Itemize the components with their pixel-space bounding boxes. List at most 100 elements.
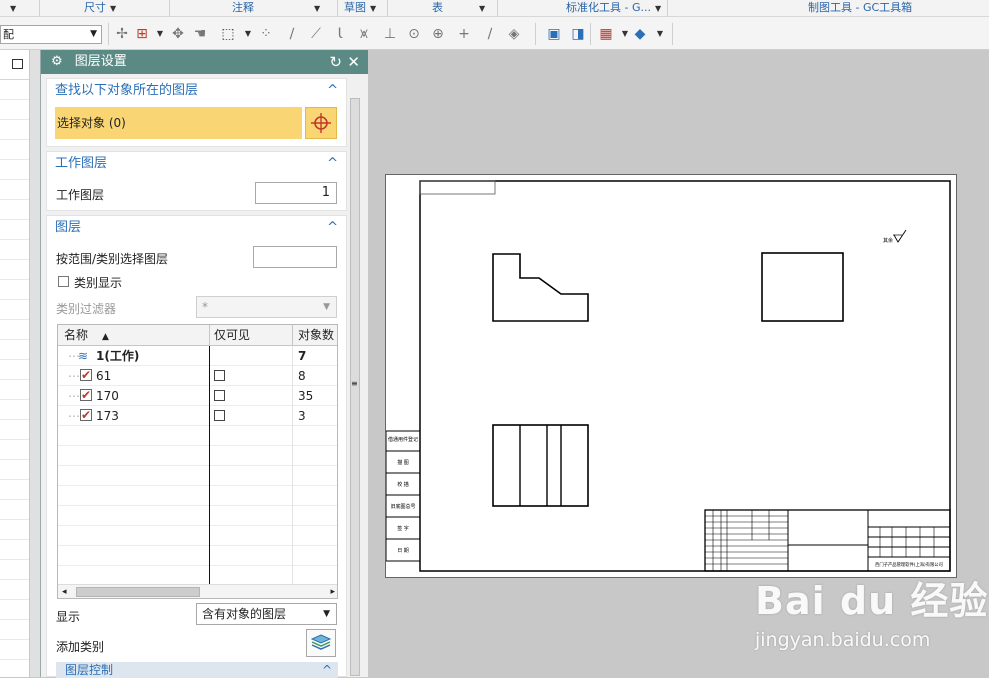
ribbon-group-annotation[interactable]: 注释 ▼ xyxy=(170,0,338,17)
ribbon-group-dimension[interactable]: 尺寸 ▼ xyxy=(40,0,170,17)
empty-row xyxy=(58,446,337,466)
horizontal-scrollbar[interactable]: ◂ ▸ xyxy=(58,584,337,598)
reset-icon[interactable]: ↻ xyxy=(329,50,342,74)
scroll-thumb[interactable]: ≡ xyxy=(350,98,360,676)
chevron-down-icon: ▼ xyxy=(314,4,321,13)
toolbar-separator xyxy=(590,23,591,45)
layer-object-count: 35 xyxy=(298,389,314,403)
visible-only-checkbox[interactable] xyxy=(214,370,225,381)
select-hand-icon[interactable]: ☚ xyxy=(192,26,208,42)
scroll-left-icon[interactable]: ◂ xyxy=(62,585,67,598)
layer-visible-checkbox[interactable]: ✔ xyxy=(80,389,92,401)
find-layer-section: 查找以下对象所在的图层 ^ 选择对象 (0) xyxy=(46,78,347,147)
view-window-icon[interactable]: ◨ xyxy=(570,26,586,42)
snap-point-icon[interactable]: ✢ xyxy=(114,26,130,42)
snap-point-plus-icon[interactable]: + xyxy=(456,26,472,42)
layer-visible-checkbox[interactable]: ✔ xyxy=(80,369,92,381)
title-block[interactable]: 西门子产品管理软件(上海)有限公司 xyxy=(704,509,951,572)
column-header-object-count[interactable]: 对象数 xyxy=(298,325,334,346)
display-label: 显示 xyxy=(56,610,81,624)
chevron-down-icon: ▼ xyxy=(323,302,330,312)
snap-circle-center-icon[interactable]: ⊙ xyxy=(406,26,422,42)
snap-arc-center-icon[interactable]: ⊥ xyxy=(382,26,398,42)
render-style-icon[interactable]: ▦ xyxy=(598,26,614,42)
category-display-label: 类别显示 xyxy=(74,276,123,290)
navigator-line xyxy=(0,300,29,320)
category-display-checkbox[interactable] xyxy=(58,276,69,287)
ribbon-group-standard-tools[interactable]: 标准化工具 - G... ▼ xyxy=(498,0,668,17)
chevron-down-icon[interactable]: ▼ xyxy=(240,26,256,42)
visible-only-checkbox[interactable] xyxy=(214,390,225,401)
select-object-button[interactable] xyxy=(305,107,337,139)
snap-control-icon[interactable]: Ɩ xyxy=(332,26,348,42)
select-object-field[interactable]: 选择对象 (0) xyxy=(55,107,302,139)
chevron-down-icon: ▼ xyxy=(110,4,117,13)
navigator-line xyxy=(0,440,29,460)
watermark-logo: Bai du 经验 xyxy=(755,579,989,623)
navigator-line xyxy=(0,160,29,180)
select-chain-icon[interactable]: ✥ xyxy=(170,26,186,42)
add-select-icon[interactable]: ⊞ xyxy=(134,26,150,42)
chevron-down-icon: ▼ xyxy=(654,4,662,13)
snap-endpoint-icon[interactable]: ∕ xyxy=(284,26,300,42)
side-view-rect[interactable] xyxy=(761,252,844,322)
chevron-down-icon[interactable]: ▼ xyxy=(617,26,633,42)
column-header-visible-only[interactable]: 仅可见 xyxy=(214,325,250,346)
chevron-down-icon: ▼ xyxy=(90,29,97,39)
ribbon-group-prev-dropdown[interactable]: ▼ xyxy=(0,0,40,17)
snap-midpoint-icon[interactable]: ⟋ xyxy=(308,26,324,42)
layer-visible-checkbox[interactable]: ✔ xyxy=(80,409,92,421)
add-category-button[interactable] xyxy=(306,629,336,657)
dialog-vertical-scrollbar[interactable]: ≡ xyxy=(348,96,362,677)
drawing-sheet[interactable]: 借通用件登记 描 图 校 描 旧底图总号 签 字 日 期 其余 西门子产品管理软… xyxy=(385,174,957,578)
watermark-url: jingyan.baidu.com xyxy=(755,629,931,651)
work-layer-section: 工作图层 ^ 工作图层 1 xyxy=(46,151,347,211)
navigator-line xyxy=(0,100,29,120)
layer-row[interactable]: ⋯ ✔ 173 3 xyxy=(58,406,337,426)
category-filter-dropdown[interactable]: * ▼ xyxy=(196,296,337,318)
front-view-profile[interactable] xyxy=(492,253,589,322)
ribbon-group-sketch[interactable]: 草图 ▼ xyxy=(338,0,388,17)
maximize-icon[interactable] xyxy=(12,59,23,69)
surface-roughness-note[interactable]: 其余 xyxy=(883,229,907,244)
display-filter-dropdown[interactable]: 含有对象的图层 ▼ xyxy=(196,603,337,625)
rectangle-select-icon[interactable]: ⬚ xyxy=(220,26,236,42)
collapse-icon[interactable]: ^ xyxy=(327,216,338,240)
ribbon-group-table[interactable]: 表 ▼ xyxy=(388,0,498,17)
scroll-thumb[interactable] xyxy=(76,587,200,597)
ribbon-group-bar: ▼ 尺寸 ▼ 注释 ▼ 草图 ▼ 表 ▼ 标准化工具 - G... ▼ 制图工具 - GC… xyxy=(0,0,989,17)
column-header-name[interactable]: 名称 ▲ xyxy=(64,325,109,346)
range-select-input[interactable] xyxy=(253,246,337,268)
layer-control-header[interactable]: 图层控制 ^ xyxy=(56,662,338,678)
ribbon-group-drafting-tools[interactable]: 制图工具 - GC工具箱 xyxy=(668,0,989,17)
chevron-down-icon[interactable]: ▼ xyxy=(652,26,668,42)
visible-only-checkbox[interactable] xyxy=(214,410,225,421)
scroll-right-icon[interactable]: ▸ xyxy=(330,585,335,598)
snap-on-curve-icon[interactable]: ∕ xyxy=(482,26,498,42)
chevron-down-icon[interactable]: ▼ xyxy=(152,26,168,42)
collapse-icon[interactable]: ^ xyxy=(322,662,332,678)
work-layer-input[interactable]: 1 xyxy=(255,182,337,204)
type-filter-combo[interactable]: 配 ▼ xyxy=(0,25,102,44)
layers-section: 图层 ^ 按范围/类别选择图层 类别显示 类别过滤器 * ▼ 名称 ▲ 仅可见 对… xyxy=(46,215,347,678)
collapse-icon[interactable]: ^ xyxy=(327,79,338,103)
close-icon[interactable]: ✕ xyxy=(347,50,360,74)
tree-connector: ⋯ xyxy=(68,409,80,423)
snap-intersection-icon[interactable]: ⩙ xyxy=(356,26,372,42)
zoom-fit-icon[interactable]: ▣ xyxy=(546,26,562,42)
snap-scatter-icon[interactable]: ⁘ xyxy=(258,26,274,42)
section-header-find[interactable]: 查找以下对象所在的图层 ^ xyxy=(47,79,346,103)
snap-bounded-icon[interactable]: ◈ xyxy=(506,26,522,42)
top-view[interactable] xyxy=(492,424,589,507)
layer-name: 61 xyxy=(96,369,112,383)
layer-row[interactable]: ⋯ ✔ 170 35 xyxy=(58,386,337,406)
layer-row[interactable]: ⋯ ≋ 1(工作) 7 xyxy=(58,346,337,366)
section-header-work-layer[interactable]: 工作图层 ^ xyxy=(47,152,346,176)
layer-settings-dialog: ⚙ 图层设置 ↻ ✕ 查找以下对象所在的图层 ^ 选择对象 (0) 工作图层 ^… xyxy=(40,50,368,678)
navigator-line xyxy=(0,500,29,520)
section-header-layers[interactable]: 图层 ^ xyxy=(47,216,346,240)
color-display-icon[interactable]: ◆ xyxy=(632,26,648,42)
snap-quadrant-icon[interactable]: ⊕ xyxy=(430,26,446,42)
layer-row[interactable]: ⋯ ✔ 61 8 xyxy=(58,366,337,386)
collapse-icon[interactable]: ^ xyxy=(327,152,338,176)
